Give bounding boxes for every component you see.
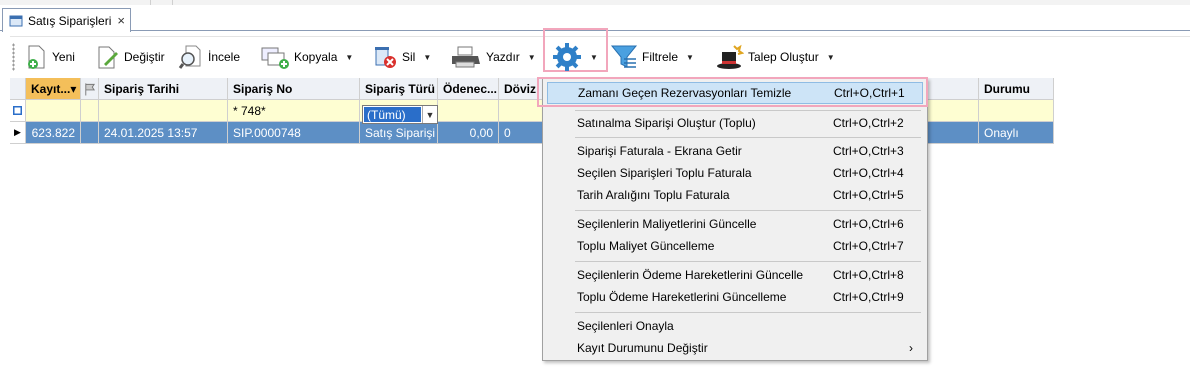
menu-highlight-box <box>537 77 928 107</box>
document-icon <box>9 15 23 26</box>
filter-marker-icon <box>13 106 22 115</box>
new-label: Yeni <box>52 50 75 64</box>
copy-button[interactable]: Kopyala ▼ <box>260 40 353 74</box>
column-header-order-no[interactable]: Sipariş No <box>228 78 360 100</box>
chevron-right-icon: › <box>909 341 913 355</box>
toolbar: Yeni Değiştir İncele Kopyala ▼ Sil ▼ Yaz… <box>10 28 1190 76</box>
delete-button[interactable]: Sil ▼ <box>372 40 431 74</box>
tab-sales-orders[interactable]: Satış Siparişleri × <box>2 8 131 32</box>
cell-flag[interactable] <box>81 122 99 144</box>
menu-item-bulk-invoice-selected[interactable]: Seçilen Siparişleri Toplu Faturala Ctrl+O… <box>547 162 923 184</box>
new-button[interactable]: Yeni <box>26 40 75 74</box>
filter-cell-status[interactable] <box>979 100 1054 122</box>
filter-label: Filtrele <box>642 50 679 64</box>
menu-separator <box>575 210 921 211</box>
menu-item-update-selected-payments[interactable]: Seçilenlerin Ödeme Hareketlerini Güncell… <box>547 264 923 286</box>
menu-item-create-purchase-order[interactable]: Satınalma Siparişi Oluştur (Toplu) Ctrl+O… <box>547 112 923 134</box>
chevron-down-icon[interactable]: ▼ <box>422 106 437 123</box>
column-header-status[interactable]: Durumu <box>979 78 1054 100</box>
copy-label: Kopyala <box>294 50 338 64</box>
flag-icon <box>85 82 96 95</box>
operations-dropdown-arrow[interactable]: ▼ <box>590 53 598 62</box>
request-button[interactable]: Talep Oluştur ▼ <box>714 40 835 74</box>
sort-arrow-icon[interactable]: ▾ <box>70 82 76 96</box>
column-header-order-date[interactable]: Sipariş Tarihi <box>99 78 228 100</box>
delete-label: Sil <box>402 50 416 64</box>
print-label: Yazdır <box>486 50 520 64</box>
menu-item-change-record-status[interactable]: Kayıt Durumunu Değiştir › <box>547 337 923 359</box>
delete-icon <box>375 47 396 68</box>
filter-cell-order-date[interactable] <box>99 100 228 122</box>
filter-dropdown-arrow[interactable]: ▼ <box>686 53 694 62</box>
gear-icon <box>553 43 581 71</box>
filter-cell-amount[interactable] <box>438 100 499 122</box>
view-label: İncele <box>208 50 241 64</box>
operations-context-menu: Zamanı Geçen Rezervasyonları Temizle Ctrl… <box>542 78 928 361</box>
tab-label: Satış Siparişleri <box>28 13 112 28</box>
menu-separator <box>575 137 921 138</box>
menu-separator <box>575 312 921 313</box>
menu-item-approve-selected[interactable]: Seçilenleri Onayla <box>547 315 923 337</box>
menu-item-invoice-order[interactable]: Siparişi Faturala - Ekrana Getir Ctrl+O,C… <box>547 140 923 162</box>
menu-separator <box>575 110 921 111</box>
cell-record[interactable]: 623.822 <box>26 122 81 144</box>
close-icon[interactable]: × <box>117 14 125 27</box>
view-button[interactable]: İncele <box>178 40 240 74</box>
row-indicator-icon: ▶ <box>10 122 26 144</box>
order-type-filter-select[interactable]: (Tümü) ▼ <box>362 105 438 124</box>
grid-corner <box>10 78 26 100</box>
order-type-filter-value: (Tümü) <box>364 107 421 122</box>
copy-icon <box>261 47 289 69</box>
column-header-flag[interactable] <box>81 78 99 100</box>
menu-item-bulk-cost-update[interactable]: Toplu Maliyet Güncelleme Ctrl+O,Ctrl+7 <box>547 235 923 257</box>
print-button[interactable]: Yazdır ▼ <box>450 40 536 74</box>
delete-dropdown-arrow[interactable]: ▼ <box>423 53 431 62</box>
filter-cell-flag[interactable] <box>81 100 99 122</box>
toolbar-grip[interactable] <box>12 43 15 71</box>
filter-cell-record[interactable] <box>26 100 81 122</box>
edit-document-icon <box>98 46 118 69</box>
column-header-record[interactable]: Kayıt... ▾ <box>26 78 81 100</box>
cell-amount[interactable]: 0,00 <box>438 122 499 144</box>
edit-button[interactable]: Değiştir <box>96 40 165 74</box>
request-label: Talep Oluştur <box>748 50 819 64</box>
edit-label: Değiştir <box>124 50 165 64</box>
operations-button[interactable]: ▼ <box>552 40 598 74</box>
column-header-amount[interactable]: Ödenec... <box>438 78 499 100</box>
menu-item-bulk-invoice-date-range[interactable]: Tarih Aralığını Toplu Faturala Ctrl+O,Ctr… <box>547 184 923 206</box>
filter-cell-order-no[interactable]: * 748* <box>228 100 360 122</box>
menu-item-bulk-payment-update[interactable]: Toplu Ödeme Hareketlerini Güncelleme Ctrl… <box>547 286 923 308</box>
magnifier-icon <box>178 45 201 69</box>
cell-order-date[interactable]: 24.01.2025 13:57 <box>99 122 228 144</box>
new-document-icon <box>28 45 45 69</box>
column-header-order-type[interactable]: Sipariş Türü <box>360 78 438 100</box>
menu-separator <box>575 261 921 262</box>
magic-hat-icon <box>717 44 744 69</box>
cell-order-no[interactable]: SIP.0000748 <box>228 122 360 144</box>
copy-dropdown-arrow[interactable]: ▼ <box>345 53 353 62</box>
cell-status[interactable]: Onaylı <box>979 122 1054 144</box>
cell-order-type[interactable]: Satış Siparişi <box>360 122 438 144</box>
menu-item-update-selected-costs[interactable]: Seçilenlerin Maliyetlerini Güncelle Ctrl+… <box>547 213 923 235</box>
funnel-icon <box>610 45 638 68</box>
filter-button[interactable]: Filtrele ▼ <box>610 40 694 74</box>
filter-row-indicator <box>10 100 26 122</box>
request-dropdown-arrow[interactable]: ▼ <box>827 53 835 62</box>
print-dropdown-arrow[interactable]: ▼ <box>528 53 536 62</box>
printer-icon <box>452 46 480 68</box>
